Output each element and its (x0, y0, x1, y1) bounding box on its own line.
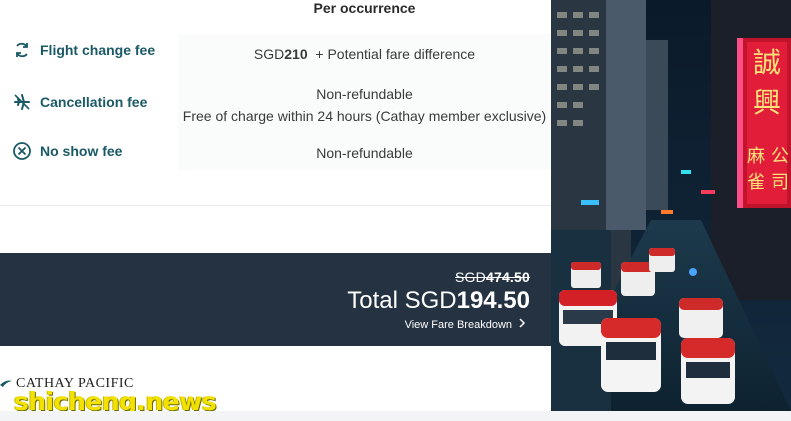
brushwing-icon (0, 380, 12, 387)
svg-text:麻: 麻 (747, 146, 765, 167)
flight-change-icon (12, 40, 32, 60)
fee-row-flight-change: Flight change fee (12, 40, 155, 60)
fare-panel: Per occurrence Flight change fee SGD210 … (0, 0, 551, 421)
hong-kong-street-photo: 誠 興 麻 雀 公 司 (551, 0, 791, 411)
total-amount: 194.50 (456, 287, 530, 314)
flight-change-fee-value: SGD210 + Potential fare difference (178, 43, 551, 65)
fare-difference-note: + Potential fare difference (315, 46, 476, 62)
cancellation-icon (12, 92, 32, 112)
fee-label: Cancellation fee (40, 94, 148, 110)
fee-label: Flight change fee (40, 42, 156, 58)
currency: SGD (253, 46, 285, 62)
chevron-right-icon (518, 318, 526, 331)
no-show-fee-value: Non-refundable (316, 145, 413, 161)
total-prefix: Total SGD (347, 287, 457, 314)
view-fare-breakdown-link[interactable]: View Fare Breakdown (405, 318, 526, 331)
free-cancellation-note: Free of charge within 24 hours (Cathay m… (182, 108, 547, 124)
fee-row-cancellation: Cancellation fee (12, 92, 147, 112)
column-header: Per occurrence (313, 0, 416, 16)
svg-text:公: 公 (771, 146, 789, 167)
svg-text:雀: 雀 (747, 172, 765, 193)
fee-row-no-show: No show fee (12, 141, 122, 161)
bottom-band (0, 411, 791, 421)
non-refundable-text: Non-refundable (316, 86, 413, 102)
fee-amount: 210 (284, 46, 308, 62)
svg-text:誠: 誠 (753, 46, 781, 79)
original-price: SGD474.50 (455, 269, 530, 285)
breakdown-label: View Fare Breakdown (404, 318, 512, 331)
total-price: Total SGD194.50 (347, 287, 530, 315)
fee-label: No show fee (40, 143, 123, 159)
cancellation-fee-value: Non-refundable Free of charge within 24 … (178, 83, 551, 127)
total-summary-bar: SGD474.50 Total SGD194.50 View Fare Brea… (0, 253, 551, 346)
divider (0, 205, 551, 206)
svg-text:興: 興 (753, 86, 781, 119)
no-show-icon (12, 141, 32, 161)
svg-text:司: 司 (771, 172, 789, 193)
